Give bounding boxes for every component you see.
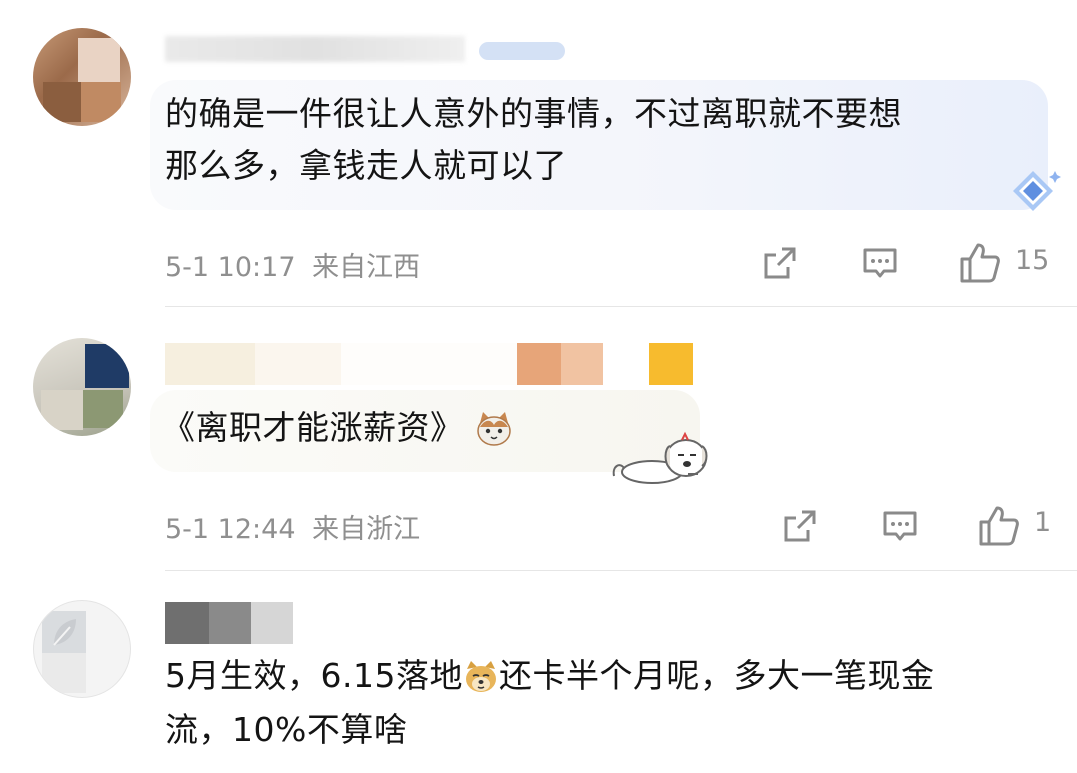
cat-face-emoji (476, 412, 511, 446)
avatar[interactable] (33, 28, 131, 126)
thumbs-up-icon[interactable] (977, 504, 1021, 548)
comment-icon[interactable] (880, 506, 920, 546)
divider (165, 570, 1077, 571)
comment-meta: 5-1 10:17 来自江西 (165, 245, 420, 284)
doge-emoji (465, 661, 496, 692)
username-blurred[interactable] (165, 602, 293, 644)
comment-icon[interactable] (860, 243, 900, 283)
location: 来自江西 (312, 252, 421, 283)
like-count: 15 (1015, 245, 1050, 276)
timestamp: 5-1 10:17 (165, 252, 296, 283)
comment-text-line-1: 的确是一件很让人意外的事情，不过离职就不要想 (165, 94, 902, 133)
thumbs-up-icon[interactable] (958, 241, 1002, 285)
timestamp: 5-1 12:44 (165, 514, 296, 545)
share-icon[interactable] (760, 243, 800, 283)
location: 来自浙江 (312, 514, 421, 545)
username-blurred[interactable] (165, 20, 565, 62)
diamond-badge-icon (1013, 171, 1061, 211)
divider (165, 306, 1077, 307)
comment-meta: 5-1 12:44 来自浙江 (165, 507, 420, 546)
comment-text-line-1: 5月生效，6.15落地 还卡半个月呢，多大一笔现金 (165, 656, 935, 695)
comment-text-line-2: 流，10%不算啥 (165, 710, 408, 749)
avatar[interactable] (33, 600, 131, 698)
username-blurred[interactable] (165, 343, 693, 385)
avatar[interactable] (33, 338, 131, 436)
sleepy-dog-sticker (612, 431, 708, 484)
comment-text-line-2: 那么多，拿钱走人就可以了 (165, 146, 567, 185)
share-icon[interactable] (780, 506, 820, 546)
comment-text: 《离职才能涨薪资》 (162, 402, 513, 454)
like-count: 1 (1034, 507, 1052, 538)
